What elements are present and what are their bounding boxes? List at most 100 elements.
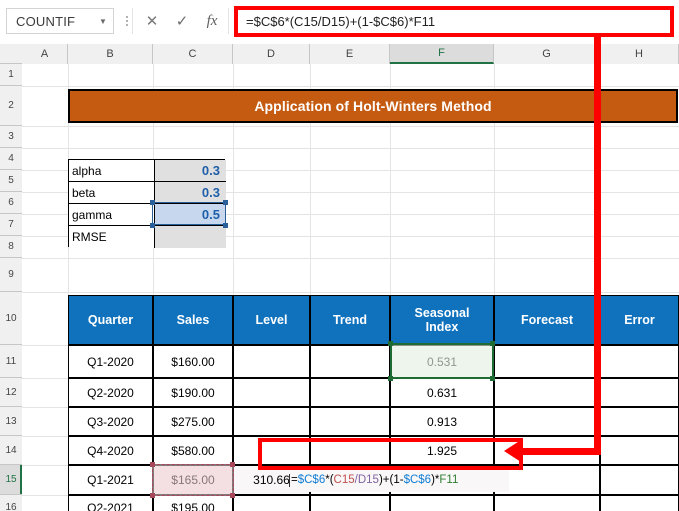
cell-quarter[interactable]: Q2-2021 (68, 495, 153, 511)
column-header-b[interactable]: B (68, 44, 153, 64)
cell-quarter[interactable]: Q2-2020 (68, 378, 153, 407)
reference-handle[interactable] (150, 493, 155, 498)
active-cell-handle[interactable] (388, 341, 393, 346)
column-header-h[interactable]: H (600, 44, 679, 64)
cell-forecast[interactable] (494, 407, 600, 436)
cell-error[interactable] (600, 465, 679, 495)
toolbar-divider (132, 8, 133, 34)
column-header-a[interactable]: A (22, 44, 68, 64)
insert-function-icon[interactable]: fx (198, 8, 226, 34)
reference-handle[interactable] (150, 462, 155, 467)
row-header-10[interactable]: 10 (0, 292, 22, 345)
param-label-gamma: gamma (69, 204, 154, 226)
column-header-g[interactable]: G (494, 44, 600, 64)
cell-quarter[interactable]: Q4-2020 (68, 436, 153, 465)
row-header-4[interactable]: 4 (0, 148, 22, 170)
cell-error[interactable] (600, 407, 679, 436)
selection-handle[interactable] (150, 200, 155, 205)
active-cell-handle[interactable] (490, 341, 495, 346)
column-header-f[interactable]: F (390, 44, 494, 64)
cell-error[interactable] (600, 345, 679, 378)
cell-seasonal-index[interactable] (390, 495, 494, 511)
param-value-beta[interactable]: 0.3 (154, 182, 226, 204)
confirm-edit-icon[interactable]: ✓ (168, 8, 196, 34)
row-header-16[interactable]: 16 (0, 495, 22, 511)
row-header-3[interactable]: 3 (0, 126, 22, 148)
active-cell-handle[interactable] (388, 376, 393, 381)
cell-forecast[interactable] (494, 465, 600, 495)
row-header-6[interactable]: 6 (0, 192, 22, 214)
cell-level[interactable] (233, 436, 310, 465)
row-header-8[interactable]: 8 (0, 236, 22, 258)
cell-error[interactable] (600, 495, 679, 511)
row-header-2[interactable]: 2 (0, 86, 22, 126)
column-level-header: Level (233, 295, 310, 345)
cell-level[interactable] (233, 407, 310, 436)
cell-seasonal-index[interactable]: 0.531 (390, 345, 494, 378)
cell-quarter[interactable]: Q1-2021 (68, 465, 153, 495)
param-value-alpha[interactable]: 0.3 (154, 160, 226, 182)
cell-forecast[interactable] (494, 378, 600, 407)
cell-sales[interactable]: $190.00 (153, 378, 233, 407)
cell-trend[interactable] (310, 378, 390, 407)
param-label-rmse: RMSE (69, 226, 154, 248)
row-header-column: 1 2 3 4 5 6 7 8 9 10 11 12 13 14 15 16 1… (0, 64, 22, 511)
cell-forecast[interactable] (494, 495, 600, 511)
cell-level[interactable] (233, 345, 310, 378)
cell-quarter[interactable]: Q3-2020 (68, 407, 153, 436)
reference-handle[interactable] (230, 462, 235, 467)
text-caret (289, 473, 290, 487)
in-cell-formula-editor[interactable]: = $C$6 *( C15 / D15 )+(1- $C$6 )* F11 (289, 468, 509, 492)
column-error-header: Error (600, 295, 679, 345)
row-header-1[interactable]: 1 (0, 64, 22, 86)
selection-handle[interactable] (223, 200, 228, 205)
param-value-rmse[interactable] (154, 226, 226, 248)
column-sales-header: Sales (153, 295, 233, 345)
more-options-icon[interactable] (122, 12, 132, 30)
row-header-7[interactable]: 7 (0, 214, 22, 236)
cell-level[interactable] (233, 378, 310, 407)
cell-forecast[interactable] (494, 345, 600, 378)
cell-error[interactable] (600, 378, 679, 407)
cell-trend[interactable] (310, 495, 390, 511)
formula-token: $C$6 (403, 474, 432, 486)
column-header-e[interactable]: E (310, 44, 390, 64)
row-header-14[interactable]: 14 (0, 436, 22, 465)
column-header-c[interactable]: C (153, 44, 233, 64)
row-header-11[interactable]: 11 (0, 345, 22, 378)
column-header-d[interactable]: D (233, 44, 310, 64)
column-header-row: A B C D E F G H (0, 44, 679, 64)
param-value-gamma[interactable]: 0.5 (154, 204, 226, 226)
cell-sales[interactable]: $195.00 (153, 495, 233, 511)
cell-sales[interactable]: $160.00 (153, 345, 233, 378)
column-forecast-header: Forecast (494, 295, 600, 345)
cell-trend[interactable] (310, 436, 390, 465)
worksheet-grid: A B C D E F G H 1 2 3 4 5 6 7 8 9 10 11 … (0, 44, 679, 511)
name-box[interactable]: COUNTIF ▼ (6, 8, 114, 34)
cell-level[interactable] (233, 495, 310, 511)
row-header-5[interactable]: 5 (0, 170, 22, 192)
cell-trend[interactable] (310, 345, 390, 378)
active-cell-handle[interactable] (490, 376, 495, 381)
cell-sales[interactable]: $580.00 (153, 436, 233, 465)
chevron-down-icon[interactable]: ▼ (93, 17, 113, 26)
selection-handle[interactable] (223, 223, 228, 228)
row-header-15[interactable]: 15 (0, 465, 22, 495)
cell-error[interactable] (600, 436, 679, 465)
reference-marquee-c15 (152, 464, 234, 496)
cell-seasonal-index[interactable]: 0.631 (390, 378, 494, 407)
formula-input[interactable]: =$C$6*(C15/D15)+(1-$C$6)*F11 (234, 6, 674, 37)
cell-seasonal-index[interactable]: 0.913 (390, 407, 494, 436)
selection-handle[interactable] (150, 223, 155, 228)
row-header-12[interactable]: 12 (0, 378, 22, 407)
reference-handle[interactable] (230, 493, 235, 498)
cancel-edit-icon[interactable]: ✕ (138, 8, 166, 34)
cell-trend[interactable] (310, 407, 390, 436)
param-label-alpha: alpha (69, 160, 154, 182)
cell-quarter[interactable]: Q1-2020 (68, 345, 153, 378)
cell-seasonal-index[interactable]: 1.925 (390, 436, 494, 465)
row-header-9[interactable]: 9 (0, 258, 22, 292)
row-header-13[interactable]: 13 (0, 407, 22, 436)
page-title: Application of Holt-Winters Method (68, 89, 678, 123)
cell-sales[interactable]: $275.00 (153, 407, 233, 436)
